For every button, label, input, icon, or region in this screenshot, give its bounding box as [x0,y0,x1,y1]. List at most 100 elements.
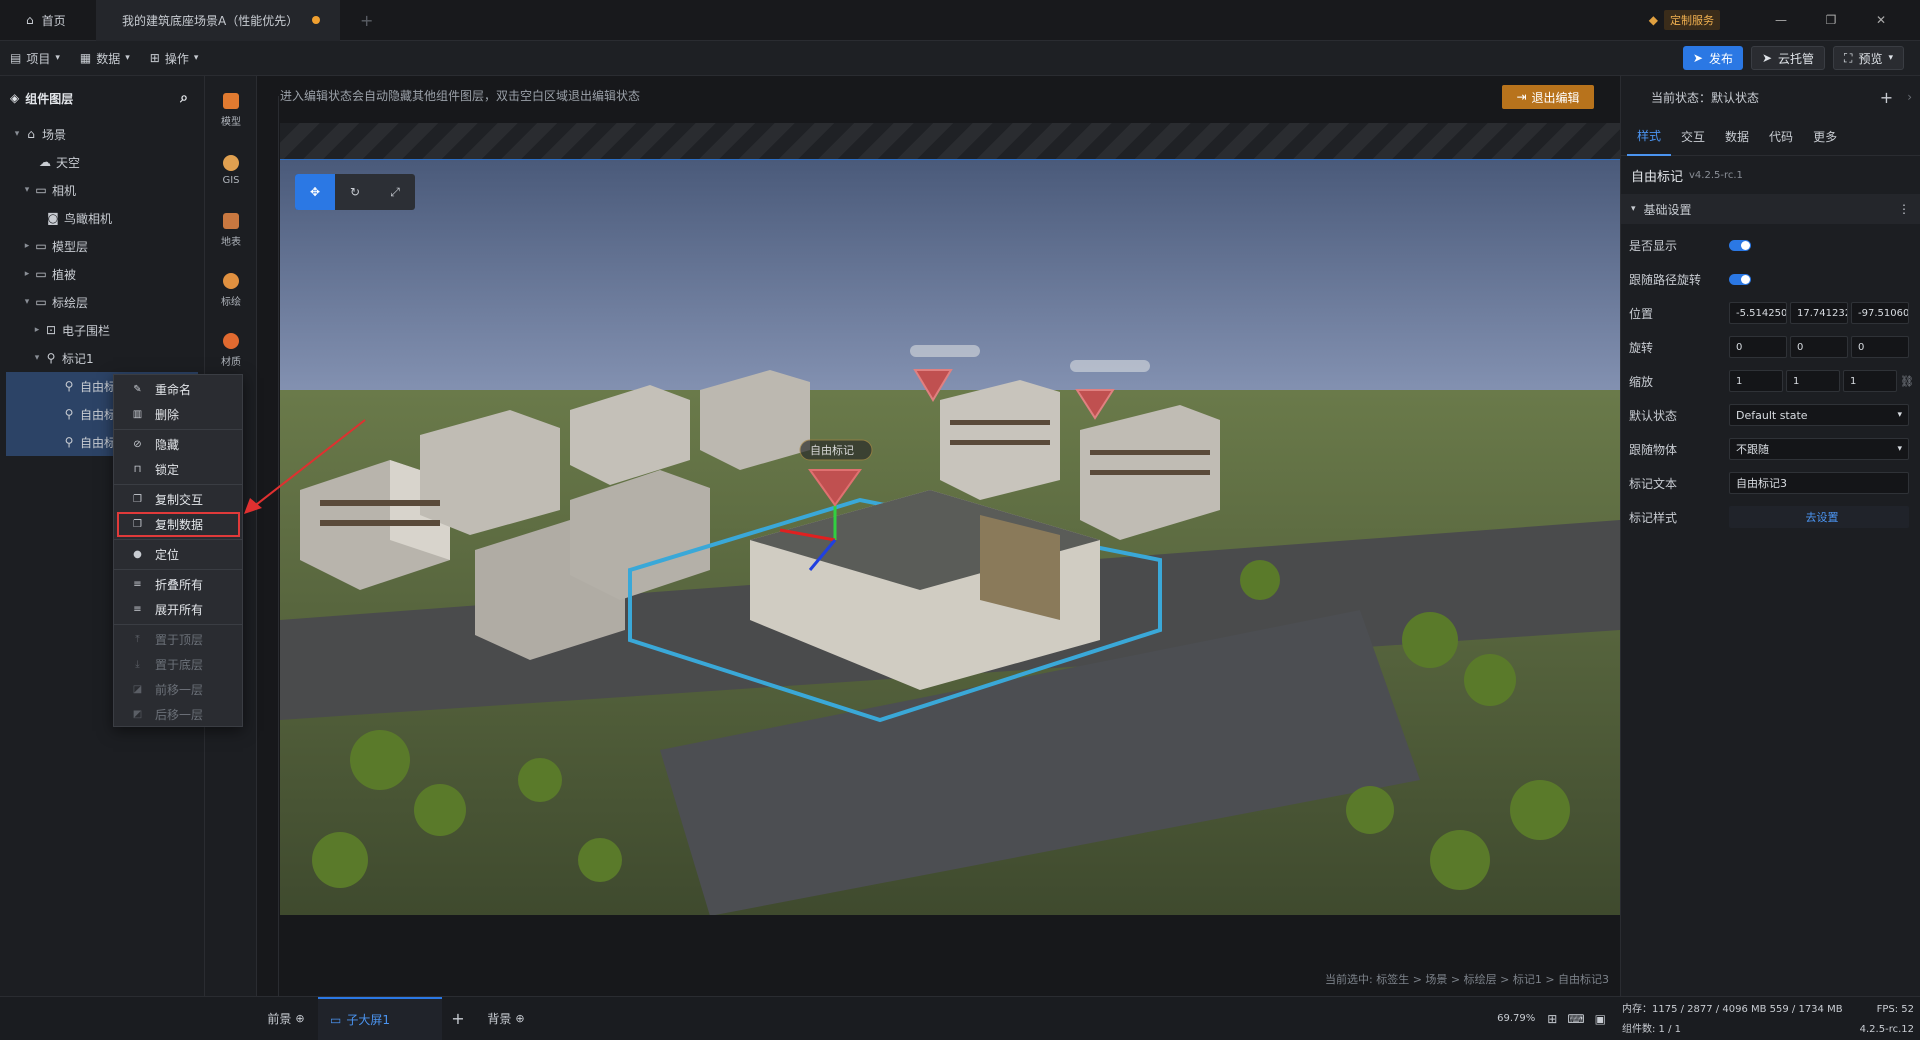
add-screen-button[interactable]: + [442,1009,474,1028]
position-x-input[interactable]: -5.514250 [1729,302,1787,324]
new-tab-button[interactable]: + [340,0,393,41]
add-circle-icon[interactable]: ⊕ [295,1012,304,1025]
menu-project[interactable]: ▤ 项目 ▾ [0,41,70,76]
tool-plot[interactable]: 标绘 [205,260,257,320]
background-layer-tab[interactable]: 背景 ⊕ [474,1010,538,1027]
menu-operate[interactable]: ⊞ 操作 ▾ [140,41,209,76]
tree-item-model-layer[interactable]: ▸ ▭ 模型层 [0,232,204,260]
more-vertical-icon[interactable]: ⋮ [1898,202,1910,216]
cloud-button[interactable]: ➤ 云托管 [1750,46,1826,70]
publish-button[interactable]: ➤ 发布 [1682,46,1743,70]
scale-icon[interactable]: ⤢ [375,174,415,210]
menu-label: 展开所有 [155,603,204,617]
front-layer-tab[interactable]: 前景 ⊕ [254,1010,318,1027]
section-basic-settings[interactable]: ▾ 基础设置 ⋮ [1621,194,1920,224]
chevron-down-icon: ▾ [1888,53,1893,63]
caret-right-icon[interactable]: ▸ [30,325,44,335]
minimize-icon[interactable]: — [1756,13,1806,27]
menu-project-label: 项目 [26,51,51,66]
tree-item-sky[interactable]: ☁ 天空 [0,148,204,176]
tab-code[interactable]: 代码 [1759,118,1803,156]
tab-home[interactable]: ⌂ 首页 [0,0,96,41]
cloud-label: 云托管 [1778,51,1815,66]
menu-expand-all[interactable]: ≡ 展开所有 [114,597,242,622]
3d-scene-viewport[interactable]: 自由标记 [280,159,1620,915]
rotation-x-input[interactable]: 0 [1729,336,1787,358]
tool-terrain[interactable]: 地表 [205,200,257,260]
row-follow-rotate: 跟随路径旋转 [1621,262,1920,296]
caret-down-icon[interactable]: ▾ [10,129,24,139]
menu-data[interactable]: ▦ 数据 ▾ [70,41,140,76]
follow-rotate-toggle[interactable] [1729,273,1751,285]
marker-text-input[interactable]: 自由标记3 [1729,472,1909,494]
default-state-select[interactable]: Default state ▾ [1729,404,1909,426]
scale-x-input[interactable]: 1 [1729,370,1783,392]
caret-down-icon[interactable]: ▾ [20,297,34,307]
tab-style[interactable]: 样式 [1627,118,1672,156]
menu-collapse-all[interactable]: ≡ 折叠所有 [114,572,242,597]
tree-item-plot-layer[interactable]: ▾ ▭ 标绘层 [0,288,204,316]
rotation-z-input[interactable]: 0 [1851,336,1909,358]
row-follow-object: 跟随物体 不跟随 ▾ [1621,432,1920,466]
layer-panel-header: ◈ 组件图层 ⌕ [0,76,204,120]
tab-interaction[interactable]: 交互 [1671,118,1715,156]
tab-data[interactable]: 数据 [1715,118,1759,156]
fit-screen-icon[interactable]: ⊞ [1547,1012,1557,1026]
maximize-icon[interactable]: ❐ [1806,13,1856,27]
chevron-right-icon[interactable]: › [1907,90,1912,104]
add-circle-icon[interactable]: ⊕ [515,1012,524,1025]
to-top-icon: ⤒ [135,634,140,645]
caret-right-icon[interactable]: ▸ [20,241,34,251]
marker-style-button[interactable]: 去设置 [1729,506,1909,528]
close-icon[interactable]: ✕ [1856,13,1906,27]
visible-toggle[interactable] [1729,239,1751,251]
menu-delete[interactable]: ▥ 删除 [114,402,242,427]
keyboard-icon[interactable]: ⌨ [1567,1012,1584,1026]
tab-document[interactable]: 我的建筑底座场景A（性能优先） [96,0,340,41]
tool-material[interactable]: 材质 [205,320,257,380]
menu-copy-interaction[interactable]: ❐ 复制交互 [114,487,242,512]
exit-edit-button[interactable]: ⇥ 退出编辑 [1502,85,1594,109]
tool-gis[interactable]: GIS [205,140,257,200]
move-icon[interactable]: ✥ [295,174,335,210]
menu-lock[interactable]: ⊓ 锁定 [114,457,242,482]
scale-z-input[interactable]: 1 [1843,370,1897,392]
caret-down-icon[interactable]: ▾ [20,185,34,195]
tree-item-fence[interactable]: ▸ ⊡ 电子围栏 [0,316,204,344]
rotate-icon[interactable]: ↻ [335,174,375,210]
link-icon[interactable]: ⛓ [1900,375,1914,388]
tree-item-vegetation[interactable]: ▸ ▭ 植被 [0,260,204,288]
follow-object-select[interactable]: 不跟随 ▾ [1729,438,1909,460]
menu-label: 定位 [155,548,180,562]
menu-rename[interactable]: ✎ 重命名 [114,377,242,402]
tree-item-camera[interactable]: ▾ ▭ 相机 [0,176,204,204]
add-icon[interactable]: + [1880,88,1893,107]
menu-label: 置于顶层 [155,633,204,647]
tree-item-scene[interactable]: ▾ ⌂ 场景 [0,120,204,148]
search-icon[interactable]: ⌕ [180,90,188,106]
transform-toolbar: ✥ ↻ ⤢ [295,174,415,210]
zoom-level[interactable]: 69.79% [1497,1013,1535,1024]
section-title: 基础设置 [1643,202,1692,217]
menu-copy-data[interactable]: ❐ 复制数据 [117,512,240,537]
caret-right-icon[interactable]: ▸ [20,269,34,279]
menu-send-backward: ◩ 后移一层 [114,702,242,727]
tree-item-aerial-camera[interactable]: ◙ 鸟瞰相机 [0,204,204,232]
position-y-input[interactable]: 17.7412321 [1790,302,1848,324]
terminal-icon[interactable]: ▣ [1595,1012,1606,1026]
scale-y-input[interactable]: 1 [1786,370,1840,392]
rotation-y-input[interactable]: 0 [1790,336,1848,358]
menu-hide[interactable]: ⊘ 隐藏 [114,432,242,457]
preview-button[interactable]: ⛶ 预览 ▾ [1833,46,1904,70]
subscreen-tab[interactable]: ▭ 子大屏1 [318,996,442,1040]
tree-item-marker1[interactable]: ▾ ⚲ 标记1 [0,344,204,372]
pin-icon: ⚲ [64,379,74,393]
position-z-input[interactable]: -97.51060 [1851,302,1909,324]
tab-more[interactable]: 更多 [1803,118,1847,156]
tool-model[interactable]: 模型 [205,80,257,140]
home-icon: ⌂ [26,13,34,27]
caret-down-icon[interactable]: ▾ [30,353,44,363]
terrain-icon [223,212,239,229]
menu-locate[interactable]: ● 定位 [114,542,242,567]
custom-service-button[interactable]: ◆ 定制服务 [1649,10,1720,30]
